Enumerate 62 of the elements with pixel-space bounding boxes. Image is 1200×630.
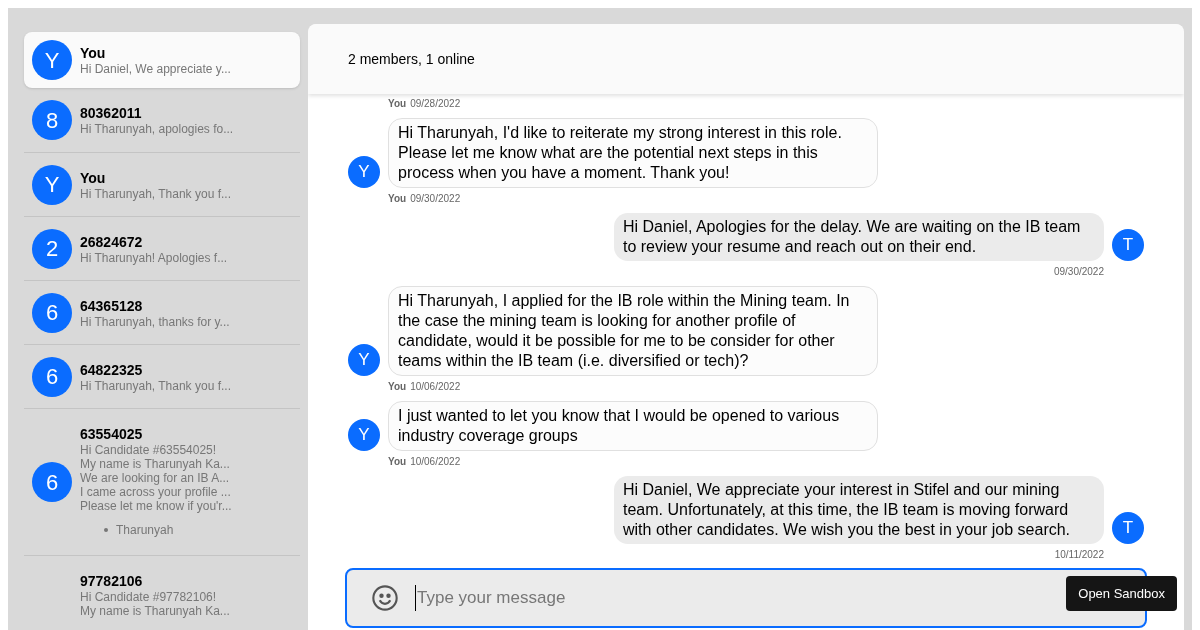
conversation-item[interactable]: 2 26824672 Hi Tharunyah! Apologies f... [24, 216, 300, 280]
message-date: 10/06/2022 [410, 456, 461, 468]
avatar: Y [348, 156, 380, 188]
message-bubble: Hi Daniel, We appreciate your interest in Stifel and our mining team. Unfortunately, at this time, the IB team is moving forward with other candidates. We wish you the best in your job search. [614, 476, 1104, 544]
message-preview: Hi Candidate #63554025! [80, 443, 218, 457]
avatar: Y [32, 40, 72, 80]
avatar: 8 [32, 100, 72, 140]
avatar: T [1112, 512, 1144, 544]
message-preview: I came across your profile ... [80, 485, 232, 499]
conversation-item[interactable]: 8 80362011 Hi Tharunyah, apologies fo... [24, 88, 300, 152]
conversation-name: You [80, 168, 107, 187]
avatar: 6 [32, 356, 72, 397]
message-bubble: Hi Daniel, Apologies for the delay. We are waiting on the IB team to review your resume and reach out on their end. [614, 213, 1104, 261]
message-preview: My name is Tharunyah Ka... [80, 604, 230, 618]
message-preview: Hi Tharunyah, Thank you f... [80, 186, 231, 201]
message-preview: Hi Tharunyah! Apologies f... [80, 250, 228, 265]
conversation-name: 26824672 [80, 232, 144, 251]
sender-name: You [388, 98, 407, 110]
bullet-text: Tharunyah [116, 522, 174, 539]
conversation-item[interactable]: 6 64365128 Hi Tharunyah, thanks for y... [24, 280, 300, 344]
conversation-name: You [80, 44, 107, 62]
conversation-name: 97782106 [80, 572, 144, 590]
open-sandbox-button[interactable]: Open Sandbox [1066, 575, 1177, 611]
conversation-item[interactable]: 6 64822325 Hi Tharunyah, Thank you f... [24, 344, 300, 408]
conversation-item[interactable]: Y You Hi Daniel, We appreciate y... [24, 32, 300, 88]
message-bubble: Hi Tharunyah, I'd like to reiterate my strong interest in this role. Please let me know what are the potential next steps in this process when you have a moment. Thank you! [388, 118, 878, 188]
message-bubble: I just wanted to let you know that I would be opened to various industry coverage groups [388, 401, 878, 451]
conversation-name: 64822325 [80, 360, 144, 379]
message-preview: Please let me know if you'r... [80, 499, 232, 513]
message-preview: My name is Tharunyah Ka... [80, 457, 231, 471]
avatar: Y [348, 419, 380, 451]
avatar: Y [32, 164, 72, 205]
message-preview: Hi Tharunyah, thanks for y... [80, 314, 230, 329]
conversation-item[interactable]: Y You Hi Tharunyah, Thank you f... [24, 152, 300, 216]
conversation-name: 63554025 [80, 425, 144, 443]
message-date: 09/28/2022 [410, 98, 461, 110]
message-field[interactable]: Type your message [415, 585, 975, 611]
message-preview: We are looking for an IB A... [80, 471, 231, 485]
bullet-icon [104, 528, 108, 532]
avatar: 6 [32, 292, 72, 333]
conversation-item[interactable]: 6 63554025 Hi Candidate #63554025! My name is Tharunyah Ka... We are looking for an IB A... I came across your profile ... Please let me know if you'r... Tharunyah [24, 408, 300, 555]
message-preview: Hi Tharunyah, Thank you f... [80, 378, 231, 393]
avatar: Y [348, 344, 380, 376]
conversation-item[interactable]: 97782106 Hi Candidate #97782106! My name is Tharunyah Ka... [24, 555, 300, 630]
member-status: 2 members, 1 online [348, 49, 475, 69]
smiley-icon[interactable] [371, 584, 399, 612]
sender-name: You [388, 456, 407, 468]
avatar: 6 [32, 462, 72, 502]
message-preview: Hi Candidate #97782106! [80, 590, 218, 604]
message-date: 10/06/2022 [410, 381, 461, 393]
avatar: 2 [32, 228, 72, 269]
message-date: 09/30/2022 [1053, 266, 1104, 278]
conversation-name: 80362011 [80, 104, 143, 122]
sender-name: You [388, 381, 407, 393]
sender-name: You [388, 193, 407, 205]
message-date: 09/30/2022 [410, 193, 461, 205]
message-preview: Hi Tharunyah, apologies fo... [80, 122, 234, 136]
message-date: 10/11/2022 [1054, 549, 1104, 561]
avatar: T [1112, 229, 1144, 261]
message-bubble: Hi Tharunyah, I applied for the IB role within the Mining team. In the case the mining team is looking for another profile of candidate, would it be possible for me to be consider for other teams within the IB team (i.e. diversified or tech)? [388, 286, 878, 376]
conversation-name: 64365128 [80, 296, 144, 315]
message-preview: Hi Daniel, We appreciate y... [80, 62, 231, 76]
